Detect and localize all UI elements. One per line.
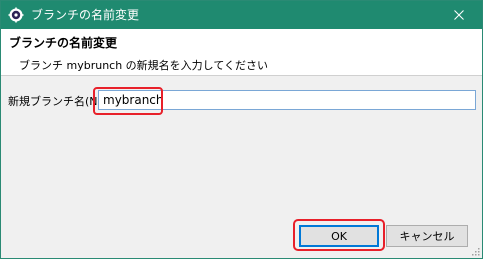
- dialog-heading: ブランチの名前変更: [9, 36, 118, 50]
- resize-gripper-icon[interactable]: [470, 246, 480, 256]
- new-branch-name-label: 新規ブランチ名(N):: [8, 95, 106, 108]
- eclipse-gear-icon: [8, 7, 24, 23]
- ok-button[interactable]: OK: [299, 225, 379, 247]
- cancel-button[interactable]: キャンセル: [386, 225, 468, 247]
- dialog-message: ブランチ mybrunch の新規名を入力してください: [19, 59, 269, 72]
- new-branch-name-input[interactable]: [98, 90, 476, 110]
- close-icon: [454, 10, 464, 20]
- header-separator: [1, 75, 482, 76]
- rename-branch-dialog: ブランチの名前変更 ブランチの名前変更 ブランチ mybrunch の新規名を入…: [0, 0, 483, 259]
- title-bar[interactable]: ブランチの名前変更: [1, 1, 482, 29]
- dialog-header: ブランチの名前変更 ブランチ mybrunch の新規名を入力してください: [1, 29, 482, 75]
- close-button[interactable]: [436, 1, 482, 29]
- window-title: ブランチの名前変更: [31, 8, 140, 22]
